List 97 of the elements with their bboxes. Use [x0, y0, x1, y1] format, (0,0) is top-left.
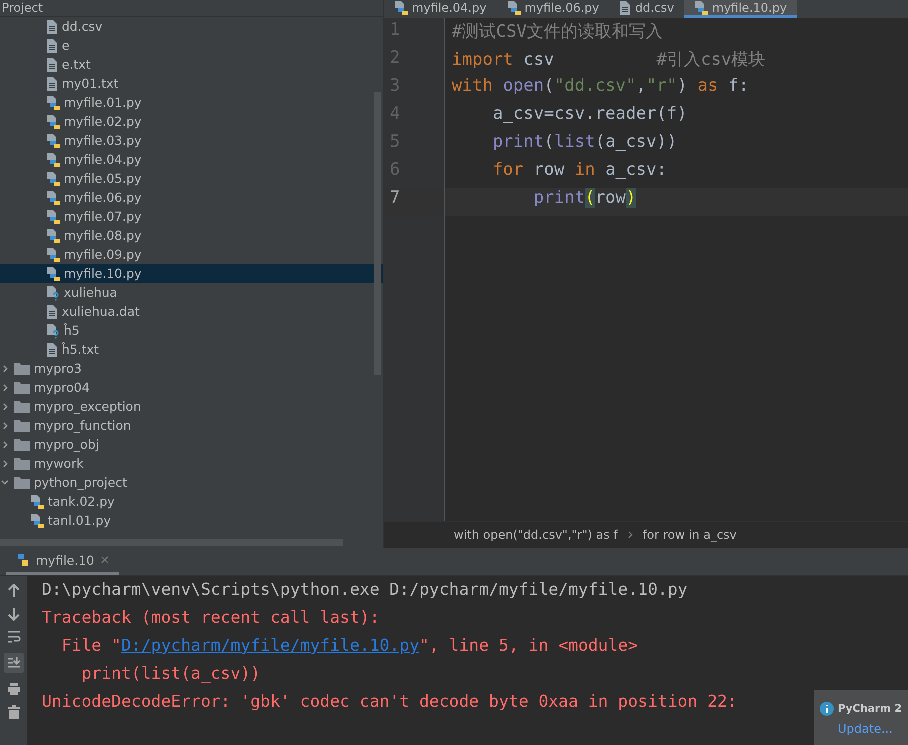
update-link[interactable]: Update... [838, 722, 908, 736]
code-line: with open("dd.csv","r") as f: [451, 76, 750, 98]
code-line: #测试CSV文件的读取和写入 [451, 21, 664, 44]
tree-item[interactable]: e [0, 36, 383, 55]
tree-item[interactable]: mypro_obj [0, 435, 383, 454]
up-arrow-icon[interactable] [8, 584, 20, 598]
folder-icon [14, 457, 30, 470]
tree-item[interactable]: my01.txt [0, 74, 383, 93]
python-file-icon [46, 190, 60, 206]
text-file-icon [46, 56, 58, 72]
python-file-icon [46, 228, 60, 244]
python-file-icon [506, 0, 521, 16]
python-file-icon [30, 512, 44, 528]
down-arrow-icon[interactable] [8, 607, 20, 621]
tree-item[interactable]: mypro04 [0, 378, 383, 397]
code-line: import csv #引入csv模块 [451, 49, 767, 72]
scroll-end-icon[interactable] [4, 653, 24, 673]
tree-item[interactable]: xuliehua.dat [0, 302, 383, 321]
text-file-icon [46, 304, 58, 320]
print-icon[interactable] [6, 682, 20, 696]
collapsed-chevron-icon[interactable] [2, 422, 8, 430]
expanded-chevron-icon[interactable] [1, 480, 9, 485]
question-file-icon [46, 322, 60, 338]
tree-item[interactable]: myfile.04.py [0, 150, 383, 169]
console-line: D:\pycharm\venv\Scripts\python.exe D:/pycharm/myfile/myfile.10.py [42, 580, 688, 601]
console-line: print(list(a_csv)) [80, 664, 261, 685]
collapsed-chevron-icon[interactable] [2, 364, 8, 372]
python-file-icon [46, 114, 60, 130]
code-line: for row in a_csv: [492, 160, 668, 182]
chevron-icon [628, 531, 633, 539]
python-file-icon [46, 246, 60, 262]
folder-icon [14, 381, 30, 394]
tree-item[interactable]: myfile.06.py [0, 188, 383, 207]
text-file-icon [46, 38, 58, 54]
run-tab[interactable]: myfile.10 [6, 548, 118, 575]
tree-item[interactable]: myfile.07.py [0, 207, 383, 226]
trash-icon[interactable] [8, 705, 20, 719]
wrap-icon[interactable] [6, 630, 20, 644]
tree-item[interactable]: myfile.09.py [0, 245, 383, 264]
editor-tab[interactable]: myfile.04.py [384, 0, 497, 18]
tree-item[interactable]: ĥ5.txt [0, 340, 383, 359]
collapsed-chevron-icon[interactable] [2, 460, 8, 468]
folder-icon [14, 476, 30, 489]
tree-item[interactable]: myfile.10.py [0, 264, 383, 283]
python-file-icon [46, 132, 60, 148]
folder-icon [14, 438, 30, 451]
info-icon [820, 702, 834, 716]
console-line: File "D:/pycharm/myfile/myfile.10.py", line 5, in <module> [60, 636, 638, 657]
collapsed-chevron-icon[interactable] [2, 440, 8, 448]
question-file-icon [46, 284, 60, 300]
folder-icon [14, 362, 30, 375]
notification-title: PyCharm 2 [838, 703, 902, 715]
tree-item[interactable]: python_project [0, 473, 383, 492]
python-file-icon [694, 0, 708, 16]
text-file-icon [46, 342, 58, 358]
collapsed-chevron-icon[interactable] [2, 384, 8, 392]
console-line: Traceback (most recent call last): [42, 608, 380, 629]
python-file-icon [46, 266, 60, 282]
tree-item[interactable]: myfile.01.py [0, 93, 383, 112]
python-file-icon [46, 152, 60, 168]
folder-icon [14, 400, 30, 413]
text-file-icon [46, 76, 58, 92]
python-icon [16, 553, 30, 567]
tree-item[interactable]: myfile.08.py [0, 226, 383, 245]
python-file-icon [394, 0, 408, 16]
tree-item[interactable]: ĥ5 [0, 321, 383, 340]
python-file-icon [46, 208, 60, 224]
breadcrumb[interactable]: with open("dd.csv","r") as f [454, 528, 618, 542]
tree-item[interactable]: tanl.01.py [0, 511, 383, 530]
tree-item[interactable]: dd.csv [0, 17, 383, 36]
collapsed-chevron-icon[interactable] [2, 402, 8, 410]
editor-tab[interactable]: myfile.06.py [496, 0, 610, 18]
folder-icon [14, 419, 30, 432]
tree-item[interactable]: xuliehua [0, 283, 383, 302]
python-file-icon [46, 170, 60, 186]
code-line: print(list(a_csv)) [492, 132, 678, 154]
file-link[interactable]: D:/pycharm/myfile/myfile.10.py [121, 636, 420, 655]
tree-item[interactable]: myfile.05.py [0, 169, 383, 188]
editor-tab[interactable]: dd.csv [609, 0, 684, 18]
python-file-icon [46, 94, 60, 110]
console-line: UnicodeDecodeError: 'gbk' codec can't decode byte 0xaa in position 22: [42, 692, 738, 713]
code-line: a_csv=csv.reader(f) [492, 104, 688, 126]
tree-item[interactable]: mypro3 [0, 359, 383, 378]
tree-item[interactable]: mypro_function [0, 416, 383, 435]
tree-item[interactable]: mywork [0, 454, 383, 473]
tree-item[interactable]: myfile.03.py [0, 131, 383, 150]
close-icon[interactable] [100, 556, 108, 564]
tree-item[interactable]: mypro_exception [0, 397, 383, 416]
panel-title[interactable]: Project [2, 1, 44, 15]
tree-item[interactable]: e.txt [0, 55, 383, 74]
scrollbar[interactable] [374, 92, 381, 375]
tree-item[interactable]: myfile.02.py [0, 112, 383, 131]
text-file-icon [46, 18, 58, 34]
tree-item[interactable]: tank.02.py [0, 492, 383, 511]
editor-tab[interactable]: myfile.10.py [684, 0, 798, 18]
python-file-icon [30, 494, 44, 510]
breadcrumb[interactable]: for row in a_csv [642, 528, 737, 542]
